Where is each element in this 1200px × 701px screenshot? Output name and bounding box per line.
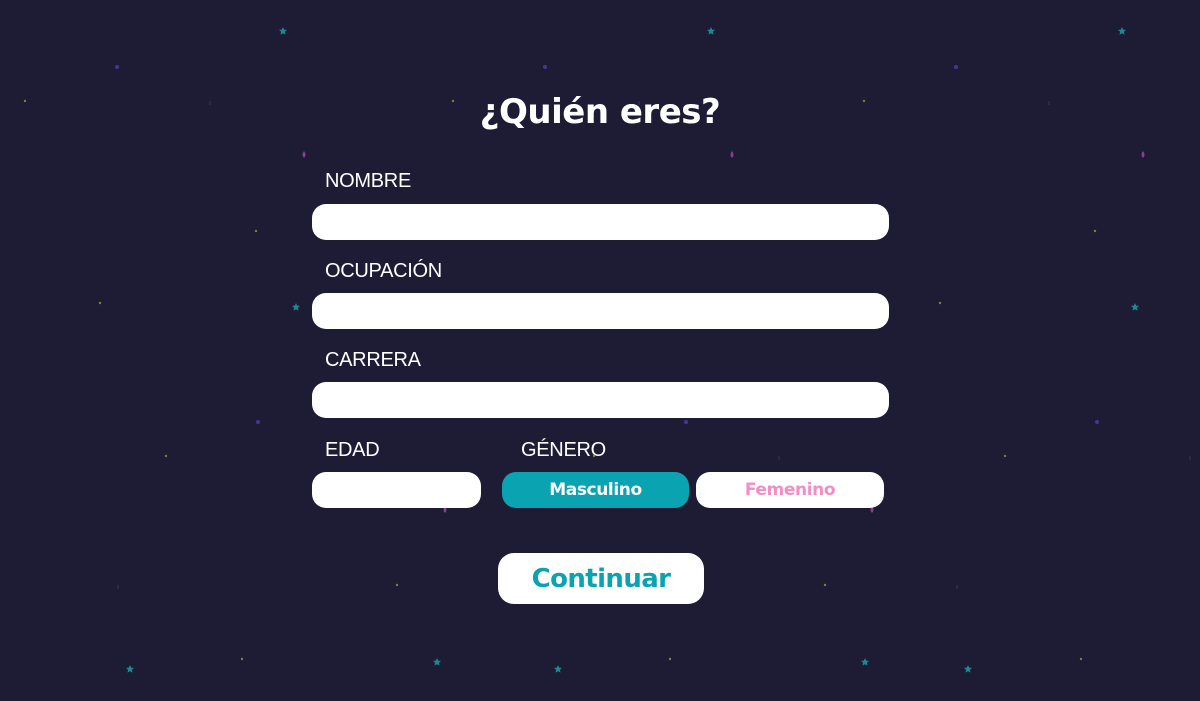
page-title: ¿Quién eres?: [479, 92, 721, 132]
faint-slivers: [117, 101, 1191, 589]
gender-label: GÉNERO: [521, 439, 606, 461]
gender-option-masculino[interactable]: Masculino: [502, 472, 689, 508]
drop-icon: [730, 151, 734, 158]
star-icon: [279, 27, 287, 35]
drop-icon: [302, 151, 306, 158]
drop-icon: [1141, 151, 1145, 158]
star-icon: [292, 303, 300, 311]
star-icon: [126, 665, 134, 673]
continue-button[interactable]: Continuar: [498, 553, 704, 604]
star-icon: [433, 658, 441, 666]
occupation-input[interactable]: [312, 293, 889, 329]
star-icon: [861, 658, 869, 666]
star-icon: [707, 27, 715, 35]
gender-option-femenino[interactable]: Femenino: [696, 472, 884, 508]
app-screen: ¿Quién eres? NOMBRE OCUPACIÓN CARRERA ED…: [0, 0, 1200, 701]
age-label: EDAD: [325, 439, 380, 461]
age-input[interactable]: [312, 472, 481, 508]
star-icon: [1118, 27, 1126, 35]
career-input[interactable]: [312, 382, 889, 418]
career-label: CARRERA: [325, 349, 421, 371]
star-icon: [964, 665, 972, 673]
name-label: NOMBRE: [325, 170, 411, 192]
star-icon: [554, 665, 562, 673]
name-input[interactable]: [312, 204, 889, 240]
occupation-label: OCUPACIÓN: [325, 260, 442, 282]
star-icon: [1131, 303, 1139, 311]
